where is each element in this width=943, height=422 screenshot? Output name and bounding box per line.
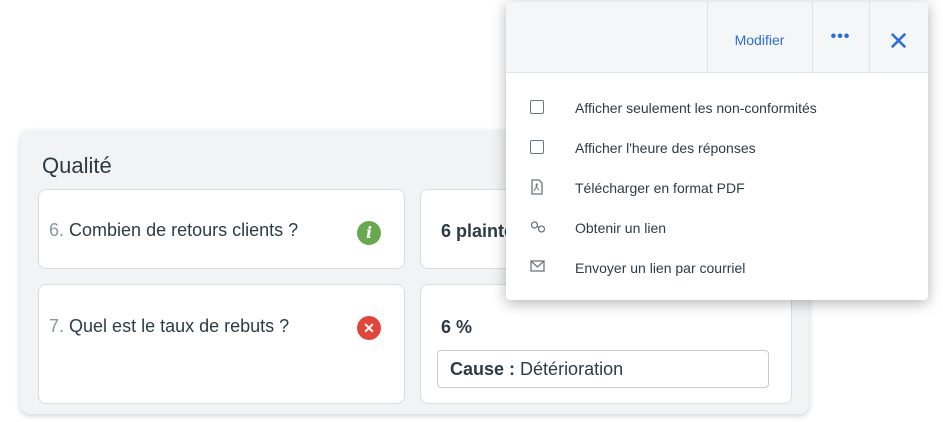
menu-item-label: Envoyer un lien par courriel bbox=[575, 260, 746, 276]
question-text: 6. Combien de retours clients ? bbox=[49, 220, 298, 241]
menu-item-label: Télécharger en format PDF bbox=[575, 180, 745, 196]
error-icon[interactable]: ✕ bbox=[357, 316, 381, 340]
edit-button[interactable]: Modifier bbox=[707, 2, 812, 72]
info-icon[interactable]: i bbox=[357, 221, 381, 245]
menu-item-response-time[interactable]: Afficher l'heure des réponses bbox=[506, 128, 928, 168]
menu-item-label: Afficher l'heure des réponses bbox=[575, 140, 756, 156]
question-number: 6. bbox=[49, 220, 65, 240]
question-cell-6: 6. Combien de retours clients ? i bbox=[38, 189, 405, 269]
cause-value: Détérioration bbox=[520, 359, 624, 379]
question-cell-7: 7. Quel est le taux de rebuts ? ✕ bbox=[38, 284, 405, 404]
cause-label: Cause : bbox=[450, 359, 516, 379]
answer-cell-7: 6 % Cause : Détérioration bbox=[420, 284, 792, 404]
question-label: Quel est le taux de rebuts ? bbox=[69, 316, 290, 336]
question-label: Combien de retours clients ? bbox=[69, 220, 299, 240]
menu-item-label: Afficher seulement les non-conformités bbox=[575, 100, 817, 116]
checkbox-icon[interactable] bbox=[530, 100, 544, 114]
question-text: 7. Quel est le taux de rebuts ? bbox=[49, 316, 289, 337]
menu-item-label: Obtenir un lien bbox=[575, 220, 667, 236]
pdf-icon bbox=[530, 179, 544, 195]
menu-item-nonconformities[interactable]: Afficher seulement les non-conformités bbox=[506, 88, 928, 128]
options-menu: Modifier ••• ✕ Afficher seulement les no… bbox=[506, 2, 928, 300]
menu-item-download-pdf[interactable]: Télécharger en format PDF bbox=[506, 168, 928, 208]
cause-box: Cause : Détérioration bbox=[437, 350, 769, 388]
checkbox-icon[interactable] bbox=[530, 140, 544, 154]
mail-icon bbox=[530, 260, 545, 274]
more-options-button[interactable]: ••• bbox=[812, 2, 869, 72]
link-icon bbox=[530, 220, 546, 234]
menu-item-get-link[interactable]: Obtenir un lien bbox=[506, 208, 928, 248]
question-number: 7. bbox=[49, 316, 65, 336]
menu-header: Modifier ••• ✕ bbox=[506, 2, 928, 73]
section-title: Qualité bbox=[42, 153, 112, 178]
menu-item-email-link[interactable]: Envoyer un lien par courriel bbox=[506, 248, 928, 288]
answer-value: 6 % bbox=[441, 317, 473, 337]
close-icon[interactable]: ✕ bbox=[869, 2, 928, 72]
